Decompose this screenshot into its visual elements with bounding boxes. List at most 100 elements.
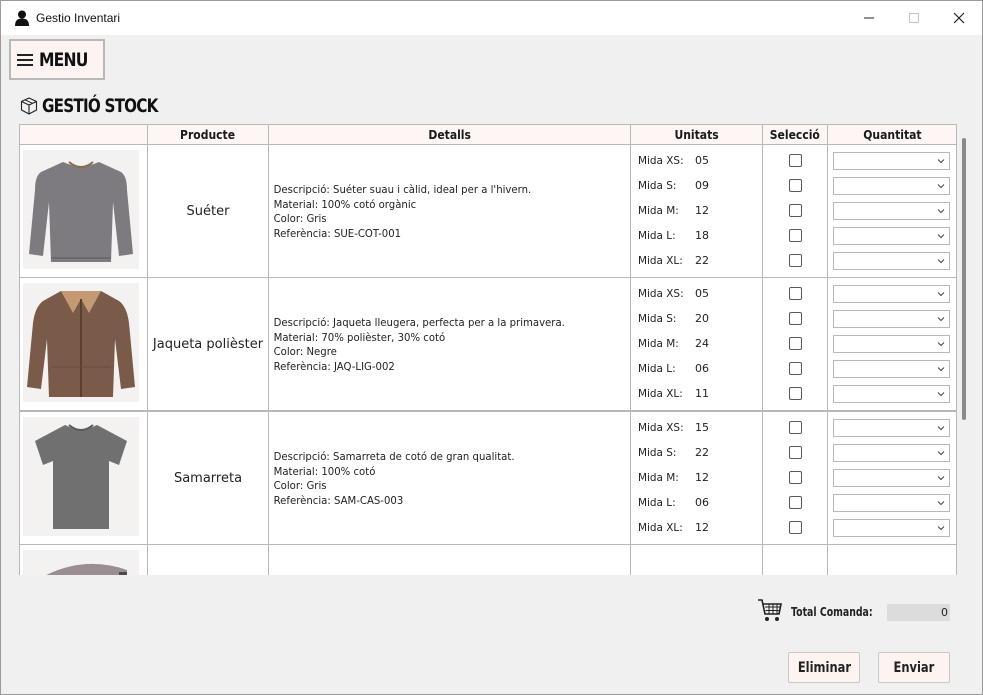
maximize-button[interactable] bbox=[891, 1, 937, 35]
table-header-label: Detalls bbox=[428, 127, 471, 142]
send-button[interactable]: Enviar bbox=[878, 652, 950, 683]
chevron-down-icon bbox=[937, 209, 945, 214]
size-checkbox[interactable] bbox=[789, 471, 802, 484]
menu-button[interactable]: MENU bbox=[9, 39, 105, 80]
detail-line: Material: 100% cotó orgànic bbox=[273, 197, 417, 211]
size-checkbox[interactable] bbox=[789, 312, 802, 325]
size-checkbox[interactable] bbox=[789, 204, 802, 217]
quantity-cell bbox=[827, 544, 957, 575]
size-row: Mida XS: 05 bbox=[638, 154, 709, 168]
hamburger-icon bbox=[17, 52, 35, 68]
section-header: GESTIÓ STOCK bbox=[20, 94, 187, 118]
delete-button-label: Eliminar bbox=[797, 659, 851, 676]
product-details-cell: Descripció: Jaqueta lleugera, perfecta p… bbox=[268, 277, 631, 411]
chevron-down-icon bbox=[937, 501, 945, 506]
title-bar: Gestio Inventari bbox=[1, 1, 982, 35]
product-details-cell: Descripció: Samarreta de cotó de gran qu… bbox=[268, 411, 631, 545]
quantity-select[interactable] bbox=[833, 202, 950, 220]
size-row: Mida XL: 22 bbox=[638, 254, 709, 268]
detail-line: Referència: JAQ-LIG-002 bbox=[273, 359, 395, 373]
size-label: Mida XL: bbox=[638, 254, 683, 267]
size-label: Mida M: bbox=[638, 471, 679, 484]
size-checkbox[interactable] bbox=[789, 496, 802, 509]
box-icon bbox=[20, 97, 38, 115]
size-checkbox[interactable] bbox=[789, 421, 802, 434]
scrollbar-thumb[interactable] bbox=[962, 138, 966, 420]
quantity-select[interactable] bbox=[833, 419, 950, 437]
size-checkbox[interactable] bbox=[789, 287, 802, 300]
size-checkbox[interactable] bbox=[789, 179, 802, 192]
product-details-cell bbox=[268, 544, 631, 575]
size-row: Mida XS: 15 bbox=[638, 421, 709, 435]
size-row: Mida XL: 11 bbox=[638, 387, 709, 401]
quantity-select[interactable] bbox=[833, 227, 950, 245]
total-value: 0 bbox=[887, 604, 950, 621]
size-checkbox[interactable] bbox=[789, 362, 802, 375]
quantity-select[interactable] bbox=[833, 310, 950, 328]
chevron-down-icon bbox=[937, 426, 945, 431]
chevron-down-icon bbox=[937, 234, 945, 239]
quantity-select[interactable] bbox=[833, 444, 950, 462]
chevron-down-icon bbox=[937, 451, 945, 456]
quantity-select[interactable] bbox=[833, 519, 950, 537]
size-checkbox[interactable] bbox=[789, 229, 802, 242]
product-details: Descripció: Suéter suau i càlid, ideal p… bbox=[269, 145, 601, 241]
quantity-select[interactable] bbox=[833, 360, 950, 378]
size-checkbox[interactable] bbox=[789, 254, 802, 267]
size-row: Mida S: 09 bbox=[638, 179, 709, 193]
product-image-cell bbox=[19, 544, 148, 575]
quantity-select[interactable] bbox=[833, 252, 950, 270]
size-row: Mida L: 06 bbox=[638, 362, 709, 376]
detail-line: Color: Gris bbox=[273, 479, 327, 492]
size-row: Mida L: 18 bbox=[638, 229, 709, 243]
size-label: Mida S: bbox=[638, 446, 677, 459]
units-value: 11 bbox=[695, 387, 709, 400]
size-checkbox[interactable] bbox=[789, 446, 802, 459]
detail-line: Descripció: Samarreta de cotó de gran qu… bbox=[273, 450, 515, 463]
units-cell: Mida XS: 05 Mida S: 09 Mida M: 12 Mida L: 18 Mid… bbox=[630, 144, 763, 278]
quantity-select[interactable] bbox=[833, 494, 950, 512]
product-name: Suéter bbox=[147, 144, 269, 278]
size-label: Mida M: bbox=[638, 204, 679, 217]
table-header-cell: Selecció bbox=[762, 124, 828, 145]
size-row: Mida M: 12 bbox=[638, 204, 709, 218]
quantity-select[interactable] bbox=[833, 335, 950, 353]
chevron-down-icon bbox=[937, 159, 945, 164]
quantity-select[interactable] bbox=[833, 177, 950, 195]
table-header-label: Quantitat bbox=[862, 127, 922, 142]
size-checkbox[interactable] bbox=[789, 337, 802, 350]
product-image-cell bbox=[19, 144, 148, 278]
menu-label: MENU bbox=[39, 48, 88, 71]
app-window: Gestio Inventari MENU GESTIÓ STOCK Produ… bbox=[0, 0, 983, 695]
table-header-cell: Producte bbox=[147, 124, 269, 145]
units-value: 12 bbox=[695, 204, 709, 217]
detail-line: Color: Gris bbox=[273, 212, 327, 225]
table-header-cell: Unitats bbox=[630, 124, 763, 145]
minimize-button[interactable] bbox=[846, 1, 892, 35]
units-value: 05 bbox=[695, 287, 709, 300]
delete-button[interactable]: Eliminar bbox=[788, 652, 860, 683]
quantity-select[interactable] bbox=[833, 285, 950, 303]
units-value: 15 bbox=[695, 421, 709, 434]
size-checkbox[interactable] bbox=[789, 387, 802, 400]
size-checkbox[interactable] bbox=[789, 521, 802, 534]
page-title: GESTIÓ STOCK bbox=[42, 95, 158, 117]
size-checkbox[interactable] bbox=[789, 154, 802, 167]
close-button[interactable] bbox=[936, 1, 982, 35]
minimize-icon bbox=[864, 17, 874, 19]
table-header-label: Selecció bbox=[769, 127, 821, 142]
quantity-select[interactable] bbox=[833, 152, 950, 170]
units-value: 22 bbox=[695, 446, 709, 459]
chevron-down-icon bbox=[937, 526, 945, 531]
detail-line: Descripció: Suéter suau i càlid, ideal p… bbox=[273, 183, 532, 196]
product-details-cell: Descripció: Suéter suau i càlid, ideal p… bbox=[268, 144, 631, 278]
quantity-select[interactable] bbox=[833, 469, 950, 487]
size-label: Mida S: bbox=[638, 312, 677, 325]
product-name: Jaqueta polièster bbox=[147, 277, 269, 411]
table-scrollbar[interactable] bbox=[962, 138, 968, 420]
size-label: Mida M: bbox=[638, 337, 679, 350]
table-header-cell: Quantitat bbox=[827, 124, 957, 145]
selection-cell bbox=[762, 544, 828, 575]
quantity-select[interactable] bbox=[833, 385, 950, 403]
size-label: Mida L: bbox=[638, 496, 676, 509]
